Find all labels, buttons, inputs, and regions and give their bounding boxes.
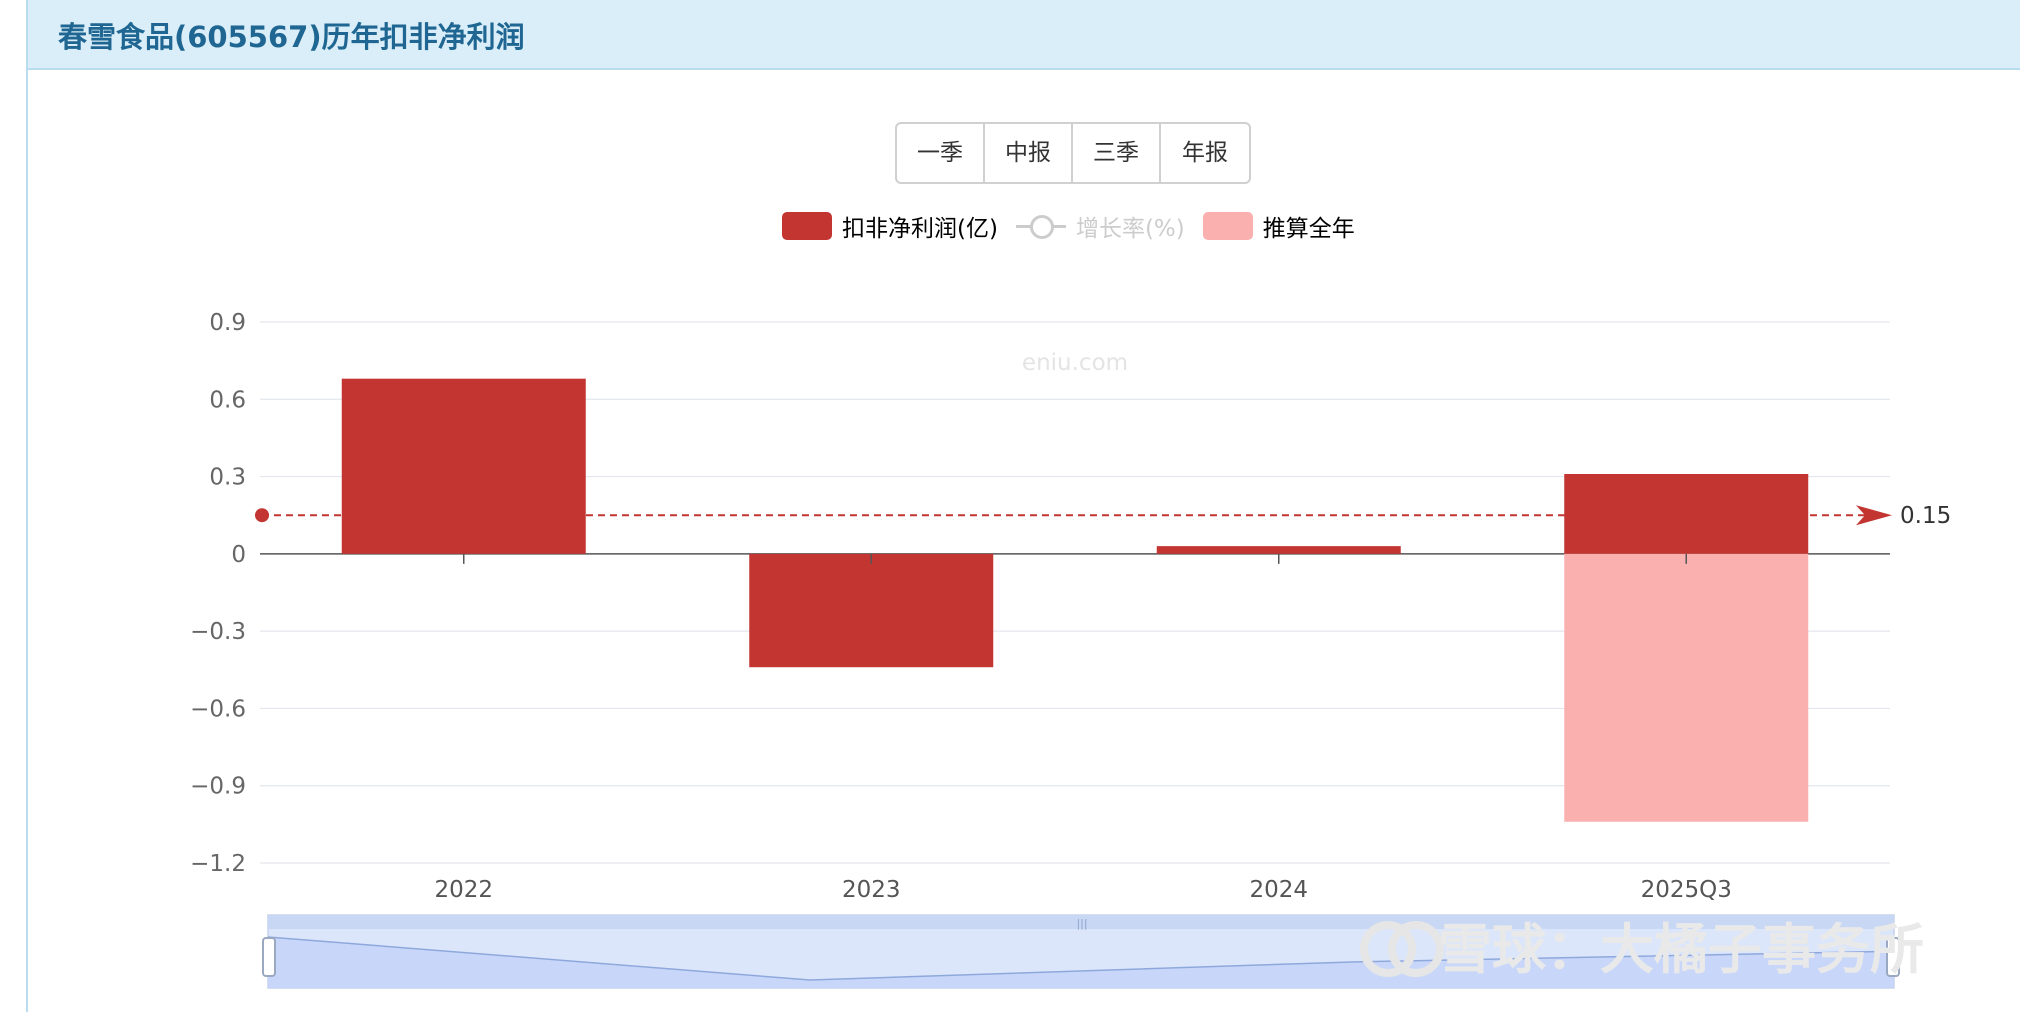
y-tick-label: −0.9 — [190, 774, 246, 800]
y-tick-label: 0 — [231, 542, 246, 568]
xueqiu-watermark: 雪球：大橘子事务所 — [1438, 918, 1924, 981]
y-tick-label: 0.6 — [209, 387, 246, 413]
net-profit-bar[interactable] — [1564, 473, 1809, 554]
y-tick-label: −0.3 — [190, 619, 246, 645]
eniu-watermark: eniu.com — [1022, 350, 1128, 376]
y-tick-label: 0.3 — [209, 465, 246, 491]
x-tick-label: 2023 — [842, 877, 901, 903]
zoom-grip-icon: ||| — [1076, 917, 1087, 930]
projected-year-bar[interactable] — [1564, 553, 1809, 822]
y-tick-label: 0.9 — [209, 310, 246, 336]
mark-line-label: 0.15 — [1900, 503, 1951, 529]
net-profit-bar[interactable] — [749, 553, 994, 668]
y-tick-label: −1.2 — [190, 851, 246, 877]
net-profit-bar[interactable] — [341, 378, 586, 554]
mark-line-start-dot — [255, 508, 269, 523]
net-profit-bar[interactable] — [1156, 546, 1401, 554]
x-tick-label: 2024 — [1249, 877, 1308, 903]
x-tick-label: 2022 — [434, 877, 493, 903]
bar-chart: 0.9 0.6 0.3 0 −0.3 −0.6 −0.9 −1.2 eniu.com 2022 20… — [190, 310, 1951, 989]
y-tick-label: −0.6 — [190, 696, 246, 722]
x-tick-label: 2025Q3 — [1641, 877, 1732, 903]
zoom-handle-left[interactable] — [262, 937, 276, 977]
